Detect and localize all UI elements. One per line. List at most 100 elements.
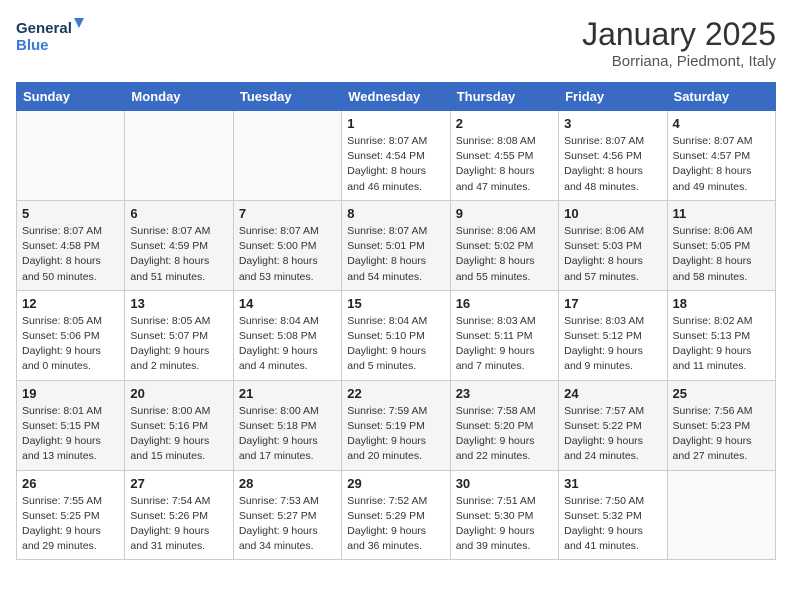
- day-info: Sunrise: 8:07 AM Sunset: 4:57 PM Dayligh…: [673, 134, 770, 195]
- day-number: 22: [347, 386, 444, 401]
- day-number: 9: [456, 206, 553, 221]
- day-info: Sunrise: 8:01 AM Sunset: 5:15 PM Dayligh…: [22, 404, 119, 465]
- header-cell-thursday: Thursday: [450, 83, 558, 111]
- day-number: 25: [673, 386, 770, 401]
- day-number: 30: [456, 476, 553, 491]
- calendar-cell: 15 Sunrise: 8:04 AM Sunset: 5:10 PM Dayli…: [342, 290, 450, 380]
- calendar-cell: [667, 470, 775, 560]
- day-number: 5: [22, 206, 119, 221]
- calendar-cell: 28 Sunrise: 7:53 AM Sunset: 5:27 PM Dayli…: [233, 470, 341, 560]
- header-row: SundayMondayTuesdayWednesdayThursdayFrid…: [17, 83, 776, 111]
- week-row-2: 5 Sunrise: 8:07 AM Sunset: 4:58 PM Daylig…: [17, 200, 776, 290]
- calendar-cell: 23 Sunrise: 7:58 AM Sunset: 5:20 PM Dayli…: [450, 380, 558, 470]
- day-info: Sunrise: 7:50 AM Sunset: 5:32 PM Dayligh…: [564, 494, 661, 555]
- day-info: Sunrise: 7:56 AM Sunset: 5:23 PM Dayligh…: [673, 404, 770, 465]
- calendar-cell: 29Sunrise: 7:52 AM Sunset: 5:29 PM Dayli…: [342, 470, 450, 560]
- day-info: Sunrise: 8:04 AM Sunset: 5:10 PM Dayligh…: [347, 314, 444, 375]
- calendar-cell: 20 Sunrise: 8:00 AM Sunset: 5:16 PM Dayli…: [125, 380, 233, 470]
- day-number: 1: [347, 116, 444, 131]
- day-info: Sunrise: 8:07 AM Sunset: 5:00 PM Dayligh…: [239, 224, 336, 285]
- day-number: 2: [456, 116, 553, 131]
- month-title: January 2025: [582, 16, 776, 53]
- calendar-cell: 9 Sunrise: 8:06 AM Sunset: 5:02 PM Daylig…: [450, 200, 558, 290]
- day-number: 15: [347, 296, 444, 311]
- header-cell-friday: Friday: [559, 83, 667, 111]
- calendar-cell: 11 Sunrise: 8:06 AM Sunset: 5:05 PM Dayli…: [667, 200, 775, 290]
- day-info: Sunrise: 8:07 AM Sunset: 4:59 PM Dayligh…: [130, 224, 227, 285]
- calendar-cell: 22 Sunrise: 7:59 AM Sunset: 5:19 PM Dayli…: [342, 380, 450, 470]
- day-info: Sunrise: 8:05 AM Sunset: 5:06 PM Dayligh…: [22, 314, 119, 375]
- day-info: Sunrise: 8:07 AM Sunset: 5:01 PM Dayligh…: [347, 224, 444, 285]
- calendar-cell: 10Sunrise: 8:06 AM Sunset: 5:03 PM Dayli…: [559, 200, 667, 290]
- header-cell-sunday: Sunday: [17, 83, 125, 111]
- day-info: Sunrise: 7:52 AM Sunset: 5:29 PM Dayligh…: [347, 494, 444, 555]
- day-number: 26: [22, 476, 119, 491]
- header-cell-monday: Monday: [125, 83, 233, 111]
- day-info: Sunrise: 8:03 AM Sunset: 5:11 PM Dayligh…: [456, 314, 553, 375]
- svg-text:General: General: [16, 20, 72, 37]
- day-info: Sunrise: 8:08 AM Sunset: 4:55 PM Dayligh…: [456, 134, 553, 195]
- calendar-cell: 31 Sunrise: 7:50 AM Sunset: 5:32 PM Dayli…: [559, 470, 667, 560]
- calendar-cell: 14 Sunrise: 8:04 AM Sunset: 5:08 PM Dayli…: [233, 290, 341, 380]
- calendar-cell: 8 Sunrise: 8:07 AM Sunset: 5:01 PM Daylig…: [342, 200, 450, 290]
- week-row-3: 12Sunrise: 8:05 AM Sunset: 5:06 PM Dayli…: [17, 290, 776, 380]
- day-number: 14: [239, 296, 336, 311]
- calendar-cell: 27 Sunrise: 7:54 AM Sunset: 5:26 PM Dayli…: [125, 470, 233, 560]
- day-number: 11: [673, 206, 770, 221]
- day-number: 23: [456, 386, 553, 401]
- logo: General Blue: [16, 16, 86, 58]
- logo-svg: General Blue: [16, 16, 86, 58]
- calendar-cell: 19 Sunrise: 8:01 AM Sunset: 5:15 PM Dayli…: [17, 380, 125, 470]
- day-number: 24: [564, 386, 661, 401]
- day-number: 17: [564, 296, 661, 311]
- calendar-cell: 26Sunrise: 7:55 AM Sunset: 5:25 PM Dayli…: [17, 470, 125, 560]
- day-info: Sunrise: 8:07 AM Sunset: 4:58 PM Dayligh…: [22, 224, 119, 285]
- day-number: 18: [673, 296, 770, 311]
- day-info: Sunrise: 8:07 AM Sunset: 4:56 PM Dayligh…: [564, 134, 661, 195]
- day-info: Sunrise: 8:03 AM Sunset: 5:12 PM Dayligh…: [564, 314, 661, 375]
- day-number: 31: [564, 476, 661, 491]
- day-number: 20: [130, 386, 227, 401]
- calendar-cell: [17, 111, 125, 201]
- day-info: Sunrise: 8:07 AM Sunset: 4:54 PM Dayligh…: [347, 134, 444, 195]
- calendar-cell: [233, 111, 341, 201]
- calendar-cell: 6Sunrise: 8:07 AM Sunset: 4:59 PM Daylig…: [125, 200, 233, 290]
- day-number: 19: [22, 386, 119, 401]
- day-info: Sunrise: 8:06 AM Sunset: 5:03 PM Dayligh…: [564, 224, 661, 285]
- day-info: Sunrise: 7:53 AM Sunset: 5:27 PM Dayligh…: [239, 494, 336, 555]
- calendar-cell: 3 Sunrise: 8:07 AM Sunset: 4:56 PM Daylig…: [559, 111, 667, 201]
- day-number: 21: [239, 386, 336, 401]
- day-info: Sunrise: 8:04 AM Sunset: 5:08 PM Dayligh…: [239, 314, 336, 375]
- day-info: Sunrise: 8:00 AM Sunset: 5:16 PM Dayligh…: [130, 404, 227, 465]
- day-number: 3: [564, 116, 661, 131]
- week-row-4: 19 Sunrise: 8:01 AM Sunset: 5:15 PM Dayli…: [17, 380, 776, 470]
- day-info: Sunrise: 7:59 AM Sunset: 5:19 PM Dayligh…: [347, 404, 444, 465]
- day-info: Sunrise: 7:58 AM Sunset: 5:20 PM Dayligh…: [456, 404, 553, 465]
- calendar-cell: [125, 111, 233, 201]
- day-number: 27: [130, 476, 227, 491]
- calendar-cell: 21Sunrise: 8:00 AM Sunset: 5:18 PM Dayli…: [233, 380, 341, 470]
- calendar-cell: 1 Sunrise: 8:07 AM Sunset: 4:54 PM Daylig…: [342, 111, 450, 201]
- header-cell-wednesday: Wednesday: [342, 83, 450, 111]
- calendar-cell: 16 Sunrise: 8:03 AM Sunset: 5:11 PM Dayli…: [450, 290, 558, 380]
- day-info: Sunrise: 8:02 AM Sunset: 5:13 PM Dayligh…: [673, 314, 770, 375]
- calendar-cell: 13 Sunrise: 8:05 AM Sunset: 5:07 PM Dayli…: [125, 290, 233, 380]
- calendar-cell: 5 Sunrise: 8:07 AM Sunset: 4:58 PM Daylig…: [17, 200, 125, 290]
- calendar-cell: 4 Sunrise: 8:07 AM Sunset: 4:57 PM Daylig…: [667, 111, 775, 201]
- day-number: 8: [347, 206, 444, 221]
- calendar-cell: 12Sunrise: 8:05 AM Sunset: 5:06 PM Dayli…: [17, 290, 125, 380]
- day-info: Sunrise: 7:54 AM Sunset: 5:26 PM Dayligh…: [130, 494, 227, 555]
- day-info: Sunrise: 8:06 AM Sunset: 5:05 PM Dayligh…: [673, 224, 770, 285]
- day-number: 13: [130, 296, 227, 311]
- title-block: January 2025 Borriana, Piedmont, Italy: [582, 16, 776, 70]
- day-number: 16: [456, 296, 553, 311]
- calendar-cell: 18 Sunrise: 8:02 AM Sunset: 5:13 PM Dayli…: [667, 290, 775, 380]
- day-info: Sunrise: 7:51 AM Sunset: 5:30 PM Dayligh…: [456, 494, 553, 555]
- location-subtitle: Borriana, Piedmont, Italy: [582, 53, 776, 70]
- calendar-cell: 25 Sunrise: 7:56 AM Sunset: 5:23 PM Dayli…: [667, 380, 775, 470]
- page-header: General Blue January 2025 Borriana, Pied…: [16, 16, 776, 70]
- day-info: Sunrise: 8:06 AM Sunset: 5:02 PM Dayligh…: [456, 224, 553, 285]
- day-number: 28: [239, 476, 336, 491]
- day-number: 4: [673, 116, 770, 131]
- day-info: Sunrise: 8:05 AM Sunset: 5:07 PM Dayligh…: [130, 314, 227, 375]
